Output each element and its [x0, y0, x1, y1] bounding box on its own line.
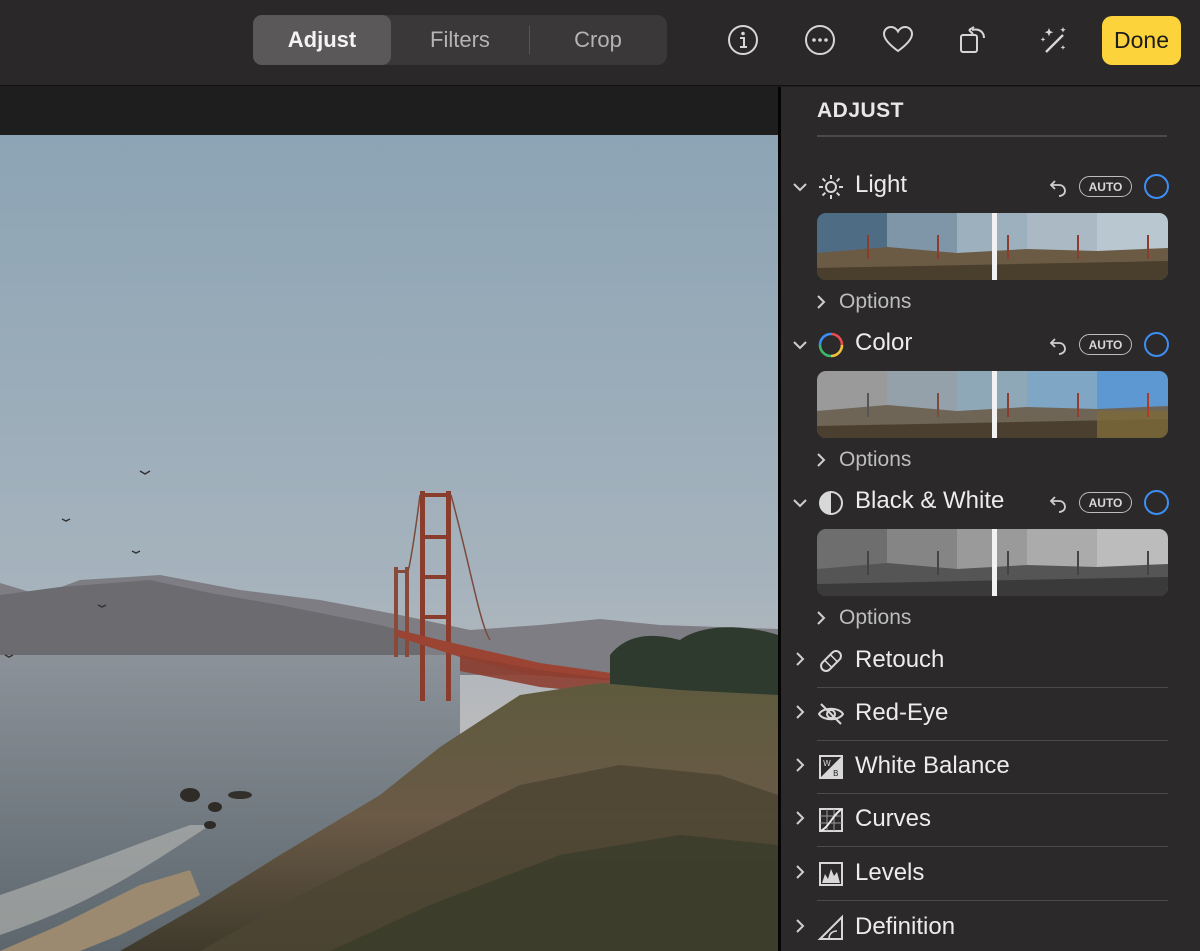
definition-icon: [817, 914, 843, 940]
tool-red-eye[interactable]: Red-Eye: [781, 687, 1200, 741]
toolbar: Adjust Filters Crop Done: [0, 0, 1200, 86]
more-icon[interactable]: [800, 20, 840, 60]
mode-segmented-control: Adjust Filters Crop: [253, 15, 667, 65]
eye-icon: [817, 703, 845, 725]
options-label: Options: [839, 290, 912, 313]
auto-button[interactable]: AUTO: [1079, 176, 1132, 197]
sun-icon: [819, 175, 843, 199]
chevron-right-icon: [796, 811, 805, 825]
section-black-white-header: Black & White AUTO: [781, 486, 1200, 522]
chevron-down-icon[interactable]: [791, 336, 809, 354]
undo-icon[interactable]: [1047, 176, 1069, 198]
chevron-right-icon: [796, 705, 805, 719]
heart-icon[interactable]: [878, 20, 918, 60]
tool-levels-label: Levels: [855, 859, 925, 886]
chevron-right-icon: [817, 611, 826, 625]
chevron-right-icon: [796, 758, 805, 772]
section-light-header: Light AUTO: [781, 170, 1200, 206]
tool-white-balance[interactable]: W B White Balance: [781, 740, 1200, 794]
adjust-sidebar: ADJUST Light AUTO Options Color AUTO Opt…: [781, 87, 1200, 951]
section-black-white-label: Black & White: [855, 487, 1005, 514]
rotate-icon[interactable]: [954, 20, 994, 60]
chevron-right-icon: [796, 919, 805, 933]
auto-button[interactable]: AUTO: [1079, 334, 1132, 355]
color-preview-strip[interactable]: [817, 371, 1168, 438]
enable-toggle[interactable]: [1144, 490, 1169, 515]
tab-crop[interactable]: Crop: [529, 15, 667, 65]
white-balance-icon: W B: [819, 755, 843, 779]
tool-definition-label: Definition: [855, 913, 956, 940]
chevron-right-icon: [796, 652, 805, 666]
tab-filters[interactable]: Filters: [391, 15, 529, 65]
enable-toggle[interactable]: [1144, 332, 1169, 357]
photo-image: [0, 135, 778, 951]
bandage-icon: [820, 650, 842, 672]
done-button[interactable]: Done: [1102, 16, 1181, 65]
tool-red-eye-label: Red-Eye: [855, 699, 949, 726]
black-white-preview-strip[interactable]: [817, 529, 1168, 596]
tool-curves[interactable]: Curves: [781, 793, 1200, 847]
undo-icon[interactable]: [1047, 492, 1069, 514]
tool-curves-label: Curves: [855, 805, 932, 832]
chevron-down-icon[interactable]: [791, 178, 809, 196]
section-light-label: Light: [855, 171, 908, 198]
tool-retouch[interactable]: Retouch: [781, 634, 1200, 688]
info-icon[interactable]: [723, 20, 763, 60]
half-circle-icon: [819, 491, 843, 515]
wb-glyph-b: B: [833, 769, 839, 778]
section-color-header: Color AUTO: [781, 328, 1200, 364]
undo-icon[interactable]: [1047, 334, 1069, 356]
section-color-label: Color: [855, 329, 913, 356]
curves-icon: [819, 808, 843, 832]
levels-icon: [819, 862, 843, 886]
wb-glyph-w: W: [823, 759, 831, 768]
chevron-right-icon: [817, 295, 826, 309]
photo-canvas: [0, 87, 778, 951]
tool-levels[interactable]: Levels: [781, 847, 1200, 901]
tab-adjust[interactable]: Adjust: [253, 15, 391, 65]
chevron-down-icon[interactable]: [791, 494, 809, 512]
light-preview-strip[interactable]: [817, 213, 1168, 280]
tool-definition[interactable]: Definition: [781, 901, 1200, 951]
sidebar-title-divider: [817, 135, 1167, 137]
enable-toggle[interactable]: [1144, 174, 1169, 199]
tool-retouch-label: Retouch: [855, 646, 945, 673]
chevron-right-icon: [817, 453, 826, 467]
options-label: Options: [839, 448, 912, 471]
auto-button[interactable]: AUTO: [1079, 492, 1132, 513]
magic-wand-icon[interactable]: [1034, 20, 1074, 60]
sidebar-title: ADJUST: [817, 99, 905, 122]
options-label: Options: [839, 606, 912, 629]
tool-white-balance-label: White Balance: [855, 752, 1010, 779]
chevron-right-icon: [796, 865, 805, 879]
color-wheel-icon: [818, 332, 844, 358]
